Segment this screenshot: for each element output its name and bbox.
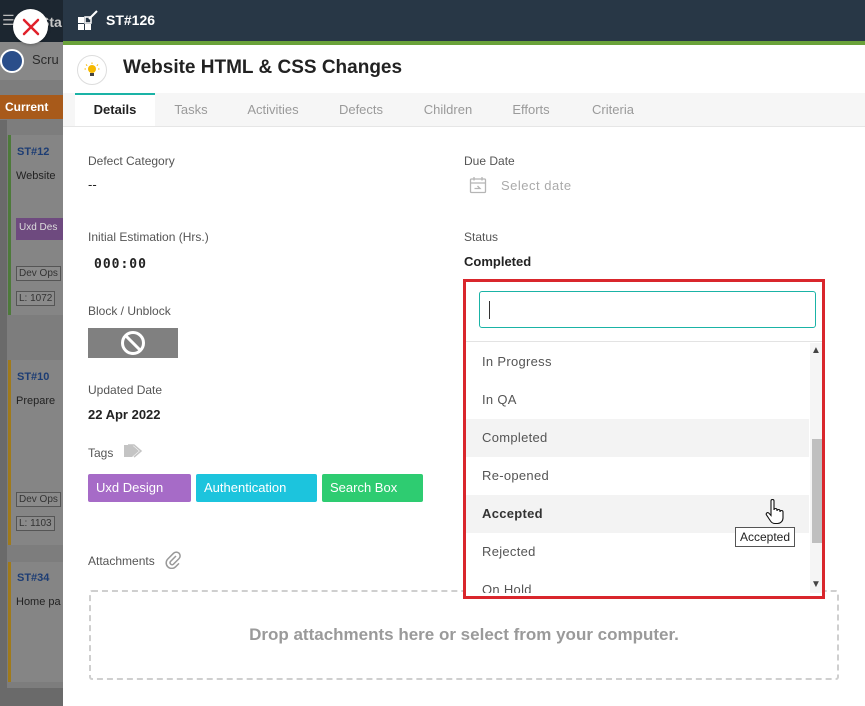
status-option-selected[interactable]: Completed — [466, 419, 809, 457]
status-option[interactable]: In Progress — [466, 343, 809, 381]
card-title: Prepare — [16, 395, 56, 407]
story-detail-panel: ST#126 Website HTML & CSS Changes Detail… — [63, 0, 865, 706]
block-toggle-button[interactable] — [88, 328, 178, 358]
lightbulb-icon — [77, 55, 107, 85]
panel-header: ST#126 — [63, 0, 865, 41]
block-icon — [121, 331, 145, 355]
close-panel-button[interactable] — [13, 9, 48, 44]
card-status-bar — [8, 135, 11, 315]
status-option[interactable]: On Hold — [466, 571, 809, 593]
board-scrollbar — [0, 120, 7, 690]
card-status-bar — [8, 562, 11, 682]
paperclip-icon[interactable] — [165, 551, 181, 569]
defect-category-value[interactable]: -- — [88, 177, 97, 192]
scrum-label: Scru — [32, 52, 59, 67]
initial-estimation-value[interactable]: 000:00 — [94, 257, 147, 272]
card-chip: Dev Ops — [16, 266, 61, 281]
tag-chip[interactable]: Uxd Design — [88, 474, 191, 502]
card-id: ST#12 — [17, 146, 50, 158]
card-title: Home pa — [16, 596, 61, 608]
tag-chip[interactable]: Authentication — [196, 474, 317, 502]
close-icon — [22, 18, 39, 35]
tab-criteria[interactable]: Criteria — [573, 93, 653, 126]
scrum-shield-icon — [0, 49, 24, 73]
scroll-down-icon[interactable]: ▼ — [811, 579, 821, 590]
status-dropdown: In Progress In QA Completed Re-opened Ac… — [463, 279, 825, 599]
tab-activities[interactable]: Activities — [233, 93, 313, 126]
card-chip: L: 1072 — [16, 291, 56, 306]
hand-cursor-icon — [765, 499, 784, 525]
card-status-bar — [8, 360, 11, 545]
detail-tabs: Details Tasks Activities Defects Childre… — [63, 93, 865, 127]
status-option[interactable]: In QA — [466, 381, 809, 419]
status-options-list: In Progress In QA Completed Re-opened Ac… — [466, 343, 809, 593]
story-title[interactable]: Website HTML & CSS Changes — [123, 57, 402, 79]
initial-estimation-label: Initial Estimation (Hrs.) — [88, 230, 209, 244]
tab-children[interactable]: Children — [408, 93, 488, 126]
due-date-input[interactable]: Select date — [469, 176, 572, 194]
tab-details[interactable]: Details — [75, 93, 155, 126]
due-date-placeholder: Select date — [501, 177, 572, 193]
card-id: ST#10 — [17, 371, 50, 383]
status-label: Status — [464, 230, 499, 244]
scrollbar-thumb[interactable] — [812, 439, 822, 543]
defect-category-label: Defect Category — [88, 154, 175, 168]
status-list-scrollbar[interactable]: ▲ ▼ — [810, 343, 822, 593]
status-search-input[interactable] — [479, 291, 816, 328]
story-type-icon — [78, 10, 98, 30]
tag-icon[interactable] — [123, 443, 143, 459]
status-search-wrap — [466, 282, 822, 342]
status-option[interactable]: Re-opened — [466, 457, 809, 495]
scroll-up-icon[interactable]: ▲ — [811, 345, 821, 356]
updated-date-label: Updated Date — [88, 383, 163, 397]
due-date-label: Due Date — [464, 154, 515, 168]
title-row: Website HTML & CSS Changes — [63, 45, 865, 93]
tab-efforts[interactable]: Efforts — [495, 93, 567, 126]
text-caret — [489, 301, 490, 319]
card-chip: L: 1103 — [16, 516, 55, 531]
tab-tasks[interactable]: Tasks — [155, 93, 227, 126]
card-id: ST#34 — [17, 572, 50, 584]
tab-defects[interactable]: Defects — [325, 93, 397, 126]
card-chip: Dev Ops — [16, 492, 61, 507]
tags-label: Tags — [88, 446, 114, 460]
updated-date-value: 22 Apr 2022 — [88, 407, 161, 422]
card-title: Website — [16, 170, 56, 182]
card-tag: Uxd Des — [16, 218, 63, 240]
status-value[interactable]: Completed — [464, 254, 531, 269]
block-unblock-label: Block / Unblock — [88, 304, 171, 318]
story-id: ST#126 — [106, 12, 156, 28]
calendar-icon — [469, 177, 487, 194]
attachments-label: Attachments — [88, 554, 155, 568]
board-hscrollbar — [0, 688, 63, 706]
tag-chip[interactable]: Search Box — [322, 474, 423, 502]
current-sprint-label: Current — [5, 100, 49, 114]
attachments-dropzone[interactable]: Drop attachments here or select from you… — [89, 590, 839, 680]
option-tooltip: Accepted — [735, 527, 796, 547]
